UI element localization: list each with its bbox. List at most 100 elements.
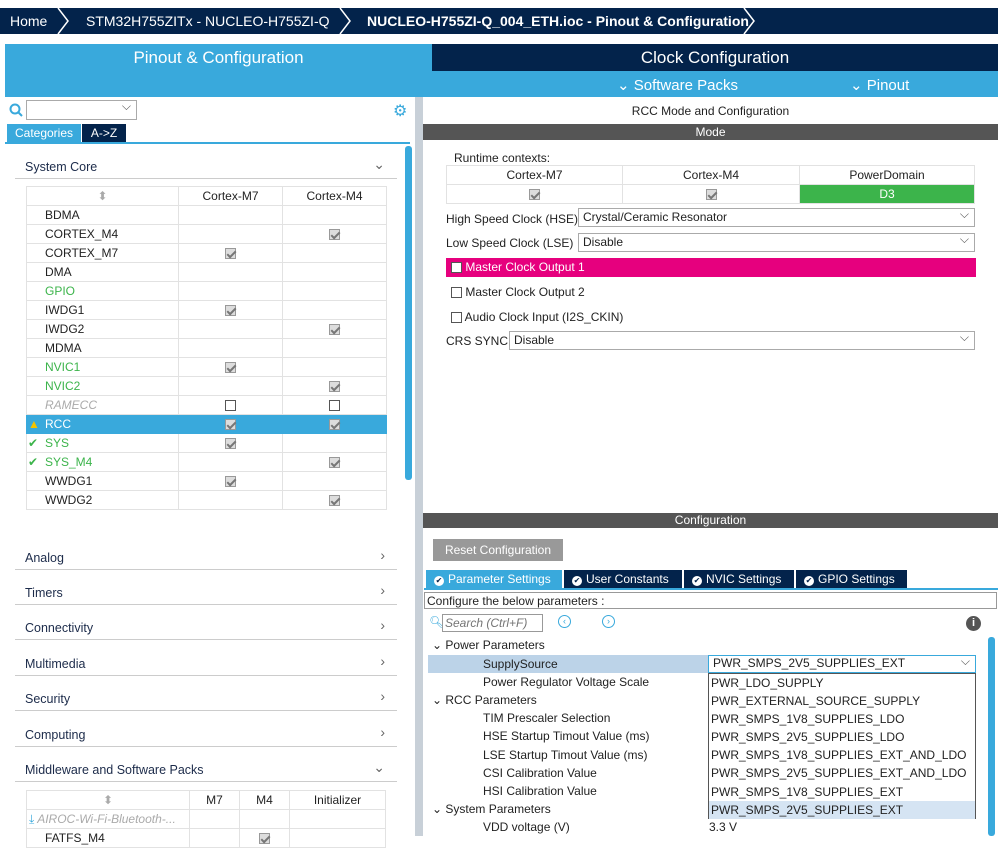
category-system-core[interactable]: System Core ⌄ [15, 153, 397, 179]
hse-select[interactable]: Crystal/Ceramic Resonator [578, 207, 975, 227]
table-row[interactable]: IWDG1 [26, 300, 387, 320]
checkbox[interactable] [329, 419, 340, 431]
table-row[interactable]: FATFS_M4 [26, 828, 386, 848]
breadcrumb-home[interactable]: Home [10, 13, 47, 29]
dropdown-option[interactable]: PWR_LDO_SUPPLY [709, 674, 975, 692]
tab-nvic-settings[interactable]: ✔ NVIC Settings [684, 570, 794, 588]
table-row[interactable]: CORTEX_M4 [26, 224, 387, 244]
table-row[interactable]: ▲ RCC [26, 414, 387, 434]
table-row[interactable]: NVIC1 [26, 357, 387, 377]
checkbox[interactable] [329, 400, 340, 412]
dropdown-option[interactable]: PWR_SMPS_2V5_SUPPLIES_EXT [709, 800, 975, 819]
next-icon[interactable]: › [602, 615, 615, 628]
checkbox[interactable] [225, 248, 236, 260]
tab-user-constants[interactable]: ✔ User Constants [564, 570, 682, 588]
previous-icon[interactable]: ‹ [558, 615, 571, 628]
dropdown-option[interactable]: PWR_SMPS_1V8_SUPPLIES_EXT [709, 783, 975, 801]
supply-source-dropdown: PWR_LDO_SUPPLY PWR_EXTERNAL_SOURCE_SUPPLY… [708, 673, 976, 819]
panel-splitter[interactable] [415, 97, 423, 836]
table-row[interactable]: WWDG1 [26, 471, 387, 491]
checkbox[interactable] [225, 438, 236, 450]
config-scrollbar[interactable] [988, 637, 995, 836]
group-power[interactable]: ⌄ Power Parameters [432, 638, 545, 652]
checkbox-m4[interactable] [705, 189, 717, 201]
dropdown-option[interactable]: PWR_EXTERNAL_SOURCE_SUPPLY [709, 692, 975, 710]
table-row[interactable]: MDMA [26, 338, 387, 358]
left-scrollbar[interactable] [405, 146, 412, 480]
dropdown-option[interactable]: PWR_SMPS_2V5_SUPPLIES_EXT_AND_LDO [709, 764, 975, 782]
breadcrumb-device[interactable]: STM32H755ZITx - NUCLEO-H755ZI-Q [86, 13, 330, 29]
tab-a-z[interactable]: A->Z [82, 124, 126, 142]
group-label: System Parameters [445, 802, 551, 816]
table-row[interactable]: NVIC2 [26, 376, 387, 396]
software-packs-menu[interactable]: ⌄ Software Packs [617, 76, 738, 94]
parameter-search-input[interactable] [442, 614, 543, 632]
checkbox[interactable] [329, 495, 340, 507]
tab-pinout-configuration[interactable]: Pinout & Configuration [5, 44, 432, 71]
chevron-down-icon: ⌄ [373, 156, 385, 172]
table-row[interactable]: DMA [26, 262, 387, 282]
category-middleware[interactable]: Middleware and Software Packs ⌄ [15, 756, 397, 782]
row-name: IWDG2 [45, 322, 85, 336]
category-computing[interactable]: Computing › [15, 721, 397, 747]
dropdown-option[interactable]: PWR_SMPS_2V5_SUPPLIES_LDO [709, 728, 975, 746]
audio-clock-checkbox[interactable] [451, 312, 462, 324]
checkbox[interactable] [225, 419, 236, 431]
category-analog[interactable]: Analog › [15, 544, 397, 570]
group-rcc[interactable]: ⌄ RCC Parameters [432, 693, 537, 707]
table-row[interactable]: CORTEX_M7 [26, 243, 387, 263]
checkbox[interactable] [225, 362, 236, 374]
table-row[interactable]: WWDG2 [26, 490, 387, 510]
gear-icon[interactable]: ⚙ [393, 101, 407, 121]
sort-icon[interactable]: ⬍ [26, 790, 190, 810]
tab-label: User Constants [586, 572, 669, 586]
audio-clock-label: Audio Clock Input (I2S_CKIN) [464, 310, 624, 324]
mco1-row[interactable]: Master Clock Output 1 [446, 258, 976, 277]
table-row[interactable]: IWDG2 [26, 319, 387, 339]
checkbox[interactable] [225, 305, 236, 317]
tab-categories[interactable]: Categories [7, 124, 81, 142]
checkbox[interactable] [329, 381, 340, 393]
checkbox[interactable] [329, 324, 340, 336]
table-row[interactable]: ✔ SYS [26, 433, 387, 453]
param-vdd-voltage: VDD voltage (V) [483, 820, 570, 834]
supply-source-select[interactable]: PWR_SMPS_2V5_SUPPLIES_EXT [708, 654, 976, 673]
check-circle-icon: ✔ [434, 576, 444, 586]
mco2-checkbox[interactable] [451, 287, 462, 299]
crs-select[interactable]: Disable [509, 330, 975, 350]
category-connectivity[interactable]: Connectivity › [15, 614, 397, 640]
checkbox[interactable] [225, 476, 236, 488]
breadcrumb-file[interactable]: NUCLEO-H755ZI-Q_004_ETH.ioc - Pinout & C… [367, 13, 749, 29]
dropdown-option[interactable]: PWR_SMPS_1V8_SUPPLIES_EXT_AND_LDO [709, 746, 975, 764]
sort-icon[interactable]: ⬍ [26, 186, 179, 206]
table-row[interactable]: GPIO [26, 281, 387, 301]
lse-select[interactable]: Disable [578, 232, 975, 252]
column-m4: M4 [239, 790, 290, 810]
audio-clock-row[interactable]: Audio Clock Input (I2S_CKIN) [451, 310, 623, 324]
category-timers[interactable]: Timers › [15, 579, 397, 605]
dropdown-option[interactable]: PWR_SMPS_1V8_SUPPLIES_LDO [709, 710, 975, 728]
info-icon[interactable]: i [966, 616, 981, 631]
mco1-checkbox[interactable] [451, 262, 462, 274]
mco2-row[interactable]: Master Clock Output 2 [451, 285, 585, 299]
tab-clock-configuration[interactable]: Clock Configuration [432, 44, 998, 71]
table-row[interactable]: ⤓ AIROC-Wi-Fi-Bluetooth-... [26, 809, 386, 829]
checkbox[interactable] [329, 229, 340, 241]
tab-gpio-settings[interactable]: ✔ GPIO Settings [796, 570, 907, 588]
tab-parameter-settings[interactable]: ✔ Parameter Settings [426, 570, 562, 588]
table-row[interactable]: ✔ SYS_M4 [26, 452, 387, 472]
row-name: CORTEX_M7 [45, 246, 119, 260]
checkbox[interactable] [329, 457, 340, 469]
table-row[interactable]: RAMECC [26, 395, 387, 415]
category-search-select[interactable] [26, 99, 137, 120]
table-row[interactable]: BDMA [26, 205, 387, 225]
category-security[interactable]: Security › [15, 685, 397, 711]
reset-configuration-button[interactable]: Reset Configuration [433, 539, 563, 561]
pinout-menu[interactable]: ⌄ Pinout [850, 76, 909, 94]
checkbox[interactable] [259, 833, 270, 845]
group-system[interactable]: ⌄ System Parameters [432, 802, 551, 816]
checkbox[interactable] [225, 400, 236, 412]
checkbox-m7[interactable] [529, 189, 540, 201]
param-voltage-scale: Power Regulator Voltage Scale [483, 675, 650, 689]
category-multimedia[interactable]: Multimedia › [15, 650, 397, 676]
